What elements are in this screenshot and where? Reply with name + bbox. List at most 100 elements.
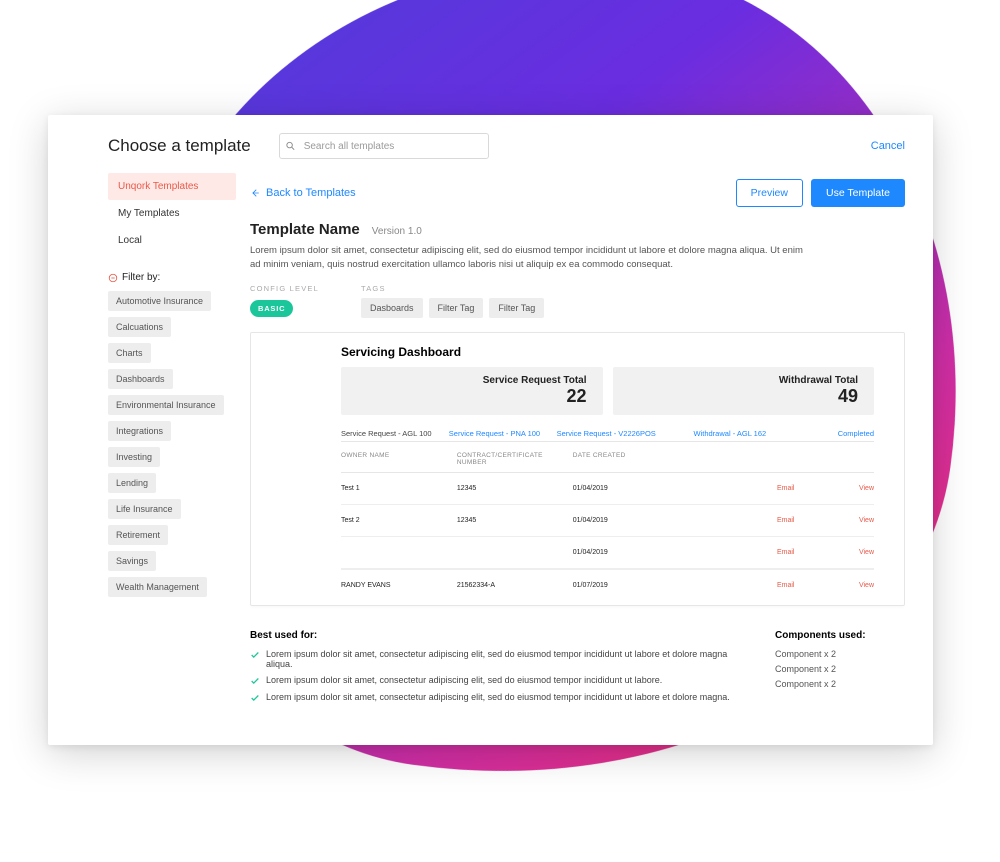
email-link[interactable]: Email (689, 485, 805, 492)
col-date: DATE CREATED (573, 452, 689, 466)
filter-icon (108, 273, 118, 283)
list-item: Lorem ipsum dolor sit amet, consectetur … (250, 692, 735, 703)
filter-chip[interactable]: Automotive Insurance (108, 291, 211, 311)
filter-chip[interactable]: Retirement (108, 525, 168, 545)
filter-chip[interactable]: Dashboards (108, 369, 173, 389)
sidebar-tab-list: Unqork Templates My Templates Local (108, 173, 236, 254)
sidebar-tab-local[interactable]: Local (108, 227, 236, 254)
arrow-left-icon (250, 188, 260, 198)
cell-owner: Test 1 (341, 485, 457, 492)
filter-by-text: Filter by: (122, 272, 160, 283)
tags-label: TAGS (361, 284, 544, 293)
cell-contract: 12345 (457, 517, 573, 524)
filter-chip[interactable]: Lending (108, 473, 156, 493)
template-version: Version 1.0 (372, 226, 422, 237)
back-to-templates-link[interactable]: Back to Templates (250, 187, 356, 199)
best-item-text: Lorem ipsum dolor sit amet, consectetur … (266, 675, 662, 685)
main-header: Back to Templates Preview Use Template (250, 173, 905, 217)
cell-date: 01/04/2019 (573, 549, 689, 556)
cell-owner: RANDY EVANS (341, 582, 457, 589)
table-row: Test 2 12345 01/04/2019 Email View (341, 505, 874, 537)
preview-stats: Service Request Total 22 Withdrawal Tota… (341, 367, 874, 415)
stat-value: 22 (357, 386, 587, 407)
header-actions: Preview Use Template (736, 179, 905, 207)
preview-tab[interactable]: Completed (772, 429, 874, 438)
view-link[interactable]: View (804, 582, 874, 589)
search-input[interactable] (279, 133, 489, 159)
components-title: Components used: (775, 630, 905, 641)
stat-label: Withdrawal Total (629, 375, 859, 386)
best-title: Best used for: (250, 630, 735, 641)
template-picker-panel: Choose a template Cancel Unqork Template… (48, 115, 933, 745)
best-item-text: Lorem ipsum dolor sit amet, consectetur … (266, 692, 730, 702)
email-link[interactable]: Email (689, 582, 805, 589)
component-line: Component x 2 (775, 679, 905, 689)
table-row: Test 1 12345 01/04/2019 Email View (341, 473, 874, 505)
back-link-label: Back to Templates (266, 187, 356, 199)
email-link[interactable]: Email (689, 549, 805, 556)
filter-chip[interactable]: Integrations (108, 421, 171, 441)
tag-chip-list: Dasboards Filter Tag Filter Tag (361, 298, 544, 318)
preview-tab[interactable]: Service Request - PNA 100 (449, 429, 551, 438)
sidebar: Unqork Templates My Templates Local Filt… (108, 173, 250, 745)
best-used-for: Best used for: Lorem ipsum dolor sit ame… (250, 630, 735, 709)
stat-value: 49 (629, 386, 859, 407)
sidebar-tab-mytemplates[interactable]: My Templates (108, 200, 236, 227)
check-icon (250, 693, 260, 703)
search-wrap (279, 133, 489, 159)
tag-chip[interactable]: Dasboards (361, 298, 423, 318)
filter-chip[interactable]: Calcuations (108, 317, 171, 337)
stat-withdrawal-total: Withdrawal Total 49 (613, 367, 875, 415)
cancel-link[interactable]: Cancel (871, 140, 905, 152)
config-level-label: CONFIG LEVEL (250, 284, 319, 293)
filter-chip[interactable]: Wealth Management (108, 577, 207, 597)
preview-tabs: Service Request - AGL 100 Service Reques… (341, 429, 874, 442)
use-template-button[interactable]: Use Template (811, 179, 905, 207)
preview-tab[interactable]: Withdrawal - AGL 162 (664, 429, 766, 438)
check-icon (250, 650, 260, 660)
filter-chip[interactable]: Life Insurance (108, 499, 181, 519)
preview-tab-label: Service Request - V2226POS (557, 429, 659, 438)
stat-service-request-total: Service Request Total 22 (341, 367, 603, 415)
best-list: Lorem ipsum dolor sit amet, consectetur … (250, 649, 735, 703)
filter-chip[interactable]: Investing (108, 447, 160, 467)
cell-date: 01/04/2019 (573, 485, 689, 492)
table-row: 01/04/2019 Email View (341, 537, 874, 569)
table-row: RANDY EVANS 21562334-A 01/07/2019 Email … (341, 569, 874, 601)
preview-button[interactable]: Preview (736, 179, 803, 207)
stat-label: Service Request Total (357, 375, 587, 386)
component-line: Component x 2 (775, 664, 905, 674)
meta-row: CONFIG LEVEL BASIC TAGS Dasboards Filter… (250, 284, 905, 318)
template-name: Template Name (250, 221, 360, 238)
view-link[interactable]: View (804, 517, 874, 524)
filter-chip-list: Automotive Insurance Calcuations Charts … (108, 291, 236, 597)
filter-chip[interactable]: Savings (108, 551, 156, 571)
tag-chip[interactable]: Filter Tag (489, 298, 544, 318)
tags-col: TAGS Dasboards Filter Tag Filter Tag (361, 284, 544, 318)
email-link[interactable]: Email (689, 517, 805, 524)
view-link[interactable]: View (804, 485, 874, 492)
cell-contract: 21562334-A (457, 582, 573, 589)
bottom-section: Best used for: Lorem ipsum dolor sit ame… (250, 630, 905, 709)
check-icon (250, 676, 260, 686)
config-level-pill: BASIC (250, 300, 293, 317)
list-item: Lorem ipsum dolor sit amet, consectetur … (250, 649, 735, 669)
dashboard-preview: Servicing Dashboard Service Request Tota… (250, 332, 905, 606)
col-contract: CONTRACT/CERTIFICATE NUMBER (457, 452, 573, 466)
filter-chip[interactable]: Environmental Insurance (108, 395, 224, 415)
components-used: Components used: Component x 2 Component… (775, 630, 905, 709)
preview-tab[interactable]: Service Request - AGL 100 (341, 429, 443, 438)
cell-date: 01/04/2019 (573, 517, 689, 524)
cell-owner: Test 2 (341, 517, 457, 524)
tag-chip[interactable]: Filter Tag (429, 298, 484, 318)
sidebar-tab-unqork[interactable]: Unqork Templates (108, 173, 236, 200)
component-line: Component x 2 (775, 649, 905, 659)
main-column: Back to Templates Preview Use Template T… (250, 173, 905, 745)
view-link[interactable]: View (804, 549, 874, 556)
cell-date: 01/07/2019 (573, 582, 689, 589)
config-level-col: CONFIG LEVEL BASIC (250, 284, 319, 318)
template-description: Lorem ipsum dolor sit amet, consectetur … (250, 244, 810, 272)
preview-tab[interactable]: Service Request - V2226POS (557, 429, 659, 438)
template-title-row: Template Name Version 1.0 (250, 221, 905, 238)
filter-chip[interactable]: Charts (108, 343, 151, 363)
